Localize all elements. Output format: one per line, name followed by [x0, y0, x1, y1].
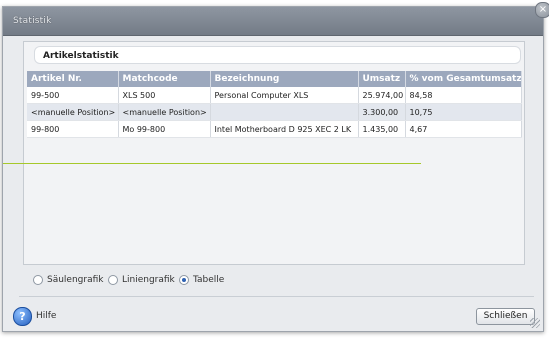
radio-button[interactable] [108, 275, 118, 285]
cell-artikel-nr: 99-500 [27, 87, 119, 104]
radio-label: Säulengrafik [47, 275, 104, 285]
radio-button-checked[interactable] [179, 275, 189, 285]
cell-umsatz: 1.435,00 [358, 120, 406, 138]
help-icon[interactable]: ? [13, 307, 32, 326]
table-row[interactable]: 99-500 XLS 500 Personal Computer XLS 25.… [27, 87, 522, 104]
cell-artikel-nr: 99-800 [27, 120, 119, 138]
cell-matchcode: Mo 99-800 [118, 120, 211, 138]
cell-artikel-nr: <manuelle Position> [27, 103, 119, 121]
cell-umsatz: 25.974,00 [358, 87, 406, 104]
statistics-table: Artikel Nr. Matchcode Bezeichnung Umsatz… [27, 71, 522, 138]
statistics-panel: Artikelstatistik Artikel Nr. Matchcode B… [23, 41, 525, 265]
footer-separator [19, 296, 534, 297]
column-header-matchcode[interactable]: Matchcode [118, 71, 211, 87]
column-header-bezeichnung[interactable]: Bezeichnung [210, 71, 359, 87]
statistics-dialog: Statistik × Artikelstatistik Artikel Nr.… [2, 2, 549, 332]
radio-label: Liniengrafik [122, 275, 175, 285]
column-header-umsatz[interactable]: Umsatz [358, 71, 406, 87]
resize-grip-icon[interactable] [530, 318, 540, 328]
help-link[interactable]: Hilfe [36, 311, 56, 321]
accent-line [3, 163, 421, 164]
cell-matchcode: XLS 500 [118, 87, 211, 104]
table-row[interactable]: <manuelle Position> <manuelle Position> … [27, 103, 522, 121]
radio-label: Tabelle [193, 275, 225, 285]
title-bar[interactable]: Statistik [3, 7, 543, 36]
cell-percent: 84,58 [405, 87, 522, 104]
table-header-row: Artikel Nr. Matchcode Bezeichnung Umsatz… [27, 71, 522, 87]
radio-button[interactable] [33, 275, 43, 285]
table-row[interactable]: 99-800 Mo 99-800 Intel Motherboard D 925… [27, 120, 522, 138]
cell-matchcode: <manuelle Position> [118, 103, 211, 121]
close-icon[interactable]: × [535, 2, 549, 18]
section-title: Artikelstatistik [34, 46, 521, 64]
cell-bezeichnung: Personal Computer XLS [210, 87, 359, 104]
cell-percent: 4,67 [405, 120, 522, 138]
window-title: Statistik [13, 16, 52, 26]
cell-umsatz: 3.300,00 [358, 103, 406, 121]
column-header-percent[interactable]: % vom Gesamtumsatz [405, 71, 522, 87]
close-button[interactable]: Schließen [476, 308, 535, 325]
cell-percent: 10,75 [405, 103, 522, 121]
cell-bezeichnung: Intel Motherboard D 925 XEC 2 LK [210, 120, 359, 138]
column-header-artikel-nr[interactable]: Artikel Nr. [27, 71, 119, 87]
cell-bezeichnung [210, 103, 359, 121]
